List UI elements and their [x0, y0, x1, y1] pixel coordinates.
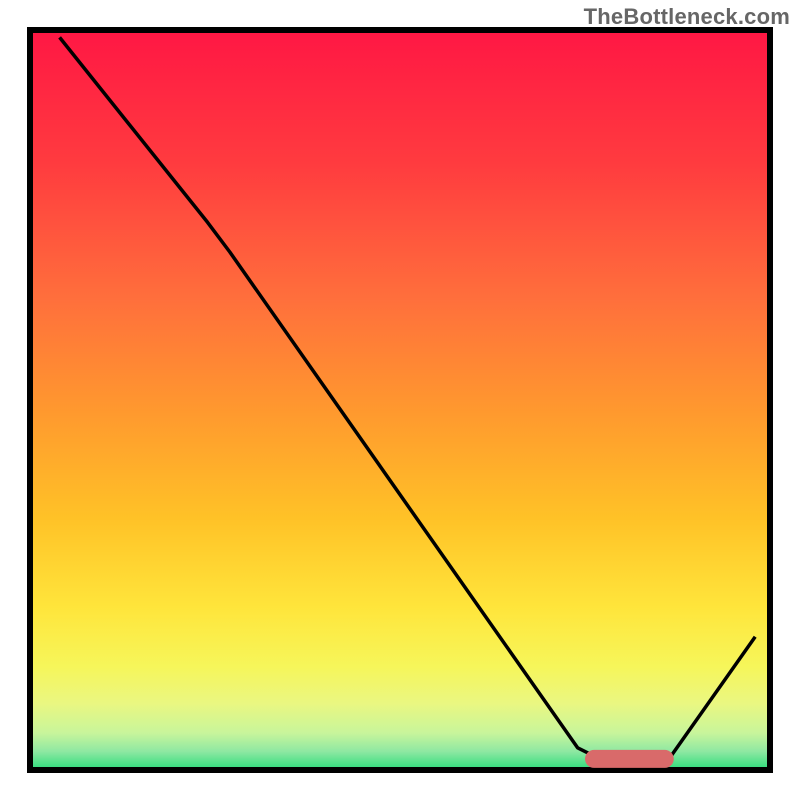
attribution-label: TheBottleneck.com: [584, 4, 790, 30]
optimal-marker: [585, 750, 674, 768]
bottleneck-chart: [0, 0, 800, 800]
chart-container: TheBottleneck.com: [0, 0, 800, 800]
